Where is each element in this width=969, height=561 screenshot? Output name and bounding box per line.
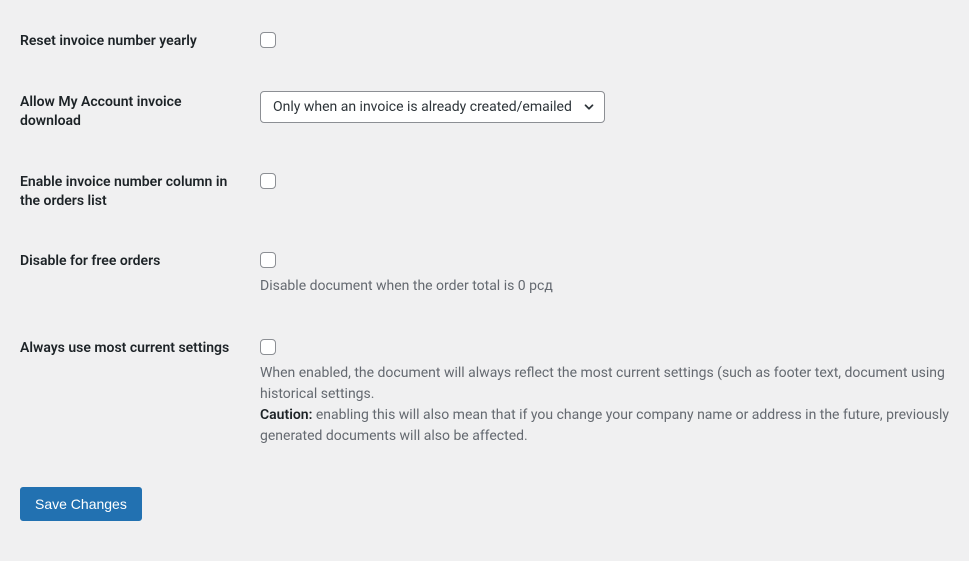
caution-label: Caution:	[260, 407, 312, 423]
caution-text: enabling this will also mean that if you…	[260, 407, 949, 444]
always-current-label: Always use most current settings	[0, 337, 240, 358]
setting-allow-download: Allow My Account invoice download Only w…	[0, 91, 969, 131]
reset-yearly-checkbox[interactable]	[260, 32, 276, 48]
always-current-desc-line1: When enabled, the document will always r…	[260, 365, 945, 402]
setting-reset-yearly: Reset invoice number yearly	[0, 30, 969, 51]
enable-column-field	[240, 171, 969, 189]
enable-column-label: Enable invoice number column in the orde…	[0, 171, 240, 211]
setting-always-current: Always use most current settings When en…	[0, 337, 969, 447]
always-current-description: When enabled, the document will always r…	[260, 363, 969, 447]
allow-download-label: Allow My Account invoice download	[0, 91, 240, 131]
allow-download-selected: Only when an invoice is already created/…	[273, 99, 572, 115]
disable-free-field: Disable document when the order total is…	[240, 250, 969, 297]
disable-free-label: Disable for free orders	[0, 250, 240, 271]
always-current-checkbox[interactable]	[260, 339, 276, 355]
disable-free-description: Disable document when the order total is…	[260, 276, 969, 297]
allow-download-select[interactable]: Only when an invoice is already created/…	[260, 91, 605, 123]
enable-column-checkbox[interactable]	[260, 173, 276, 189]
reset-yearly-label: Reset invoice number yearly	[0, 30, 240, 51]
setting-disable-free: Disable for free orders Disable document…	[0, 250, 969, 297]
always-current-field: When enabled, the document will always r…	[240, 337, 969, 447]
allow-download-field: Only when an invoice is already created/…	[240, 91, 969, 123]
reset-yearly-field	[240, 30, 969, 48]
save-changes-button[interactable]: Save Changes	[20, 487, 142, 521]
disable-free-checkbox[interactable]	[260, 252, 276, 268]
chevron-down-icon	[582, 100, 596, 114]
setting-enable-column: Enable invoice number column in the orde…	[0, 171, 969, 211]
